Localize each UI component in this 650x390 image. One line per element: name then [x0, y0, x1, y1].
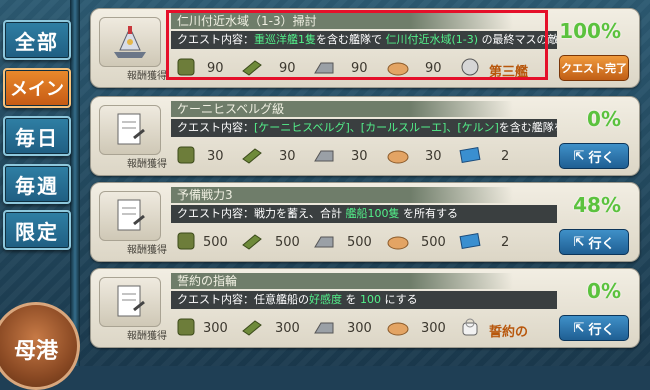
external-link-icon: ⇱	[573, 148, 585, 164]
fuel-icon	[175, 231, 197, 251]
quest-description: クエスト内容：任意艦船の好感度 を 100 にする	[171, 291, 557, 309]
quest-card: 報酬獲得 予備戦力3 クエスト内容：戦力を蓄え、合計 艦船100隻 を所有する …	[90, 182, 640, 262]
document-icon	[99, 191, 161, 241]
quest-card: 報酬獲得 ケーニヒスベルグ級 クエスト内容：[ケーニヒスベルグ]、[カールスルー…	[90, 96, 640, 176]
ammo-amount: 90	[279, 61, 296, 76]
blueprint-amount: 2	[501, 235, 510, 250]
steel-amount: 90	[351, 61, 368, 76]
reward-row: 500 500 500 500 2	[171, 229, 551, 255]
fuel-amount: 500	[203, 235, 228, 250]
ring-box-icon	[459, 317, 481, 337]
ship-emblem-icon	[99, 17, 161, 67]
steel-icon	[313, 145, 335, 165]
bauxite-icon	[387, 145, 409, 165]
ammo-icon	[241, 231, 263, 251]
bauxite-icon	[387, 57, 409, 77]
quest-card: 報酬獲得 仁川付近水域（1-3）掃討 クエスト内容：重巡洋艦1隻を含む艦隊で 仁…	[90, 8, 640, 88]
complete-quest-button[interactable]: クエスト完了	[559, 55, 629, 81]
progress-percent: 100%	[559, 19, 621, 43]
quest-title: 仁川付近水域（1-3）掃討	[171, 13, 513, 29]
go-button[interactable]: ⇱ 行く	[559, 315, 629, 341]
quest-description: クエスト内容：戦力を蓄え、合計 艦船100隻 を所有する	[171, 205, 557, 223]
tab-all[interactable]: 全部	[3, 20, 71, 60]
ammo-amount: 30	[279, 149, 296, 164]
sidebar-rail	[70, 0, 80, 366]
tab-daily[interactable]: 毎日	[3, 116, 71, 156]
external-link-icon: ⇱	[573, 234, 585, 250]
fuel-amount: 300	[203, 321, 228, 336]
go-button[interactable]: ⇱ 行く	[559, 143, 629, 169]
go-button-label: 行く	[588, 236, 615, 252]
home-port-button[interactable]: 母港	[0, 302, 80, 390]
steel-icon	[313, 57, 335, 77]
fuel-icon	[175, 317, 197, 337]
bauxite-amount: 30	[425, 149, 442, 164]
blueprint-amount: 2	[501, 149, 510, 164]
progress-percent: 0%	[587, 279, 621, 303]
reward-row: 30 30 30 30 2	[171, 143, 551, 169]
tab-main[interactable]: メイン	[3, 68, 71, 108]
document-icon	[99, 105, 161, 155]
bauxite-amount: 90	[425, 61, 442, 76]
bauxite-icon	[387, 317, 409, 337]
quest-description: クエスト内容：[ケーニヒスベルグ]、[カールスルーエ]、[ケルン]を含む艦隊を	[171, 119, 557, 137]
bauxite-amount: 300	[421, 321, 446, 336]
fuel-amount: 90	[207, 61, 224, 76]
ammo-amount: 300	[275, 321, 300, 336]
fuel-icon	[175, 57, 197, 77]
fuel-icon	[175, 145, 197, 165]
bonus-item-icon	[459, 57, 481, 77]
steel-amount: 30	[351, 149, 368, 164]
reward-label: 報酬獲得	[127, 245, 167, 256]
tab-limited[interactable]: 限定	[3, 210, 71, 250]
ammo-icon	[241, 57, 263, 77]
steel-amount: 300	[347, 321, 372, 336]
reward-row: 300 300 300 300 誓約の	[171, 315, 551, 341]
steel-icon	[313, 231, 335, 251]
bauxite-icon	[387, 231, 409, 251]
tab-weekly[interactable]: 毎週	[3, 164, 71, 204]
blueprint-icon	[459, 231, 481, 251]
external-link-icon: ⇱	[573, 320, 585, 336]
ammo-amount: 500	[275, 235, 300, 250]
reward-label: 報酬獲得	[127, 71, 167, 82]
bonus-item-label: 第三艦	[489, 65, 529, 80]
bauxite-amount: 500	[421, 235, 446, 250]
go-button-label: 行く	[588, 322, 615, 338]
quest-screen: 全部 メイン 毎日 毎週 限定 母港 報酬獲得 仁川付近水域（1-3）掃討 クエ…	[0, 0, 650, 390]
document-icon	[99, 277, 161, 327]
fuel-amount: 30	[207, 149, 224, 164]
steel-icon	[313, 317, 335, 337]
steel-amount: 500	[347, 235, 372, 250]
go-button-label: 行く	[588, 150, 615, 166]
blueprint-icon	[459, 145, 481, 165]
ammo-icon	[241, 317, 263, 337]
reward-row: 90 90 90 90 第三艦	[171, 55, 551, 81]
reward-label: 報酬獲得	[127, 331, 167, 342]
go-button[interactable]: ⇱ 行く	[559, 229, 629, 255]
progress-percent: 0%	[587, 107, 621, 131]
quest-title: 予備戦力3	[171, 187, 513, 203]
quest-title: ケーニヒスベルグ級	[171, 101, 513, 117]
category-sidebar: 全部 メイン 毎日 毎週 限定 母港	[0, 0, 80, 390]
quest-card: 報酬獲得 誓約の指輪 クエスト内容：任意艦船の好感度 を 100 にする 300…	[90, 268, 640, 348]
ammo-icon	[241, 145, 263, 165]
reward-label: 報酬獲得	[127, 159, 167, 170]
bonus-item-label: 誓約の	[489, 325, 529, 340]
quest-description: クエスト内容：重巡洋艦1隻を含む艦隊で 仁川付近水域(1-3) の最終マスの敵艦	[171, 31, 557, 49]
quest-title: 誓約の指輪	[171, 273, 513, 289]
progress-percent: 48%	[573, 193, 621, 217]
